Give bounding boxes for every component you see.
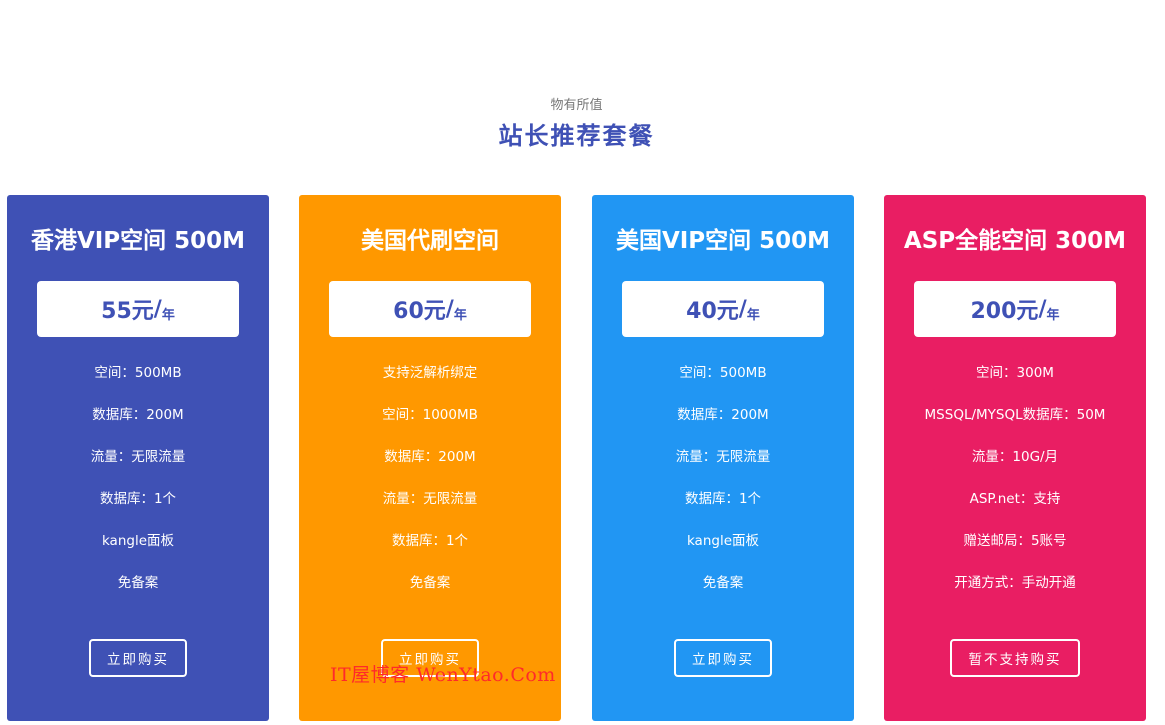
price-unit: 年 [453, 307, 467, 323]
feature-item: ASP.net：支持 [969, 491, 1061, 507]
feature-item: MSSQL/MYSQL数据库：50M [924, 407, 1106, 423]
feature-item: 空间：1000MB [382, 407, 478, 423]
feature-item: 流量：10G/月 [971, 449, 1059, 465]
plan-title: ASP全能空间 300M [903, 228, 1127, 254]
buy-button[interactable]: 立即购买 [674, 639, 772, 677]
plan-title: 美国VIP空间 500M [615, 228, 831, 254]
feature-item: 数据库：1个 [99, 491, 177, 507]
plan-title: 香港VIP空间 500M [30, 228, 246, 254]
price-slash: / [153, 296, 162, 322]
price-slash: / [738, 296, 747, 322]
feature-item: 数据库：1个 [684, 491, 762, 507]
feature-item: 赠送邮局：5账号 [963, 533, 1067, 549]
feature-item: 数据库：200M [384, 449, 476, 465]
plan-title: 美国代刷空间 [361, 228, 499, 254]
price-slash: / [445, 296, 454, 322]
pricing-card-asp: ASP全能空间 300M 200元 / 年 空间：300M MSSQL/MYSQL数… [884, 195, 1146, 721]
price-amount: 60元 [393, 299, 446, 324]
feature-item: 流量：无限流量 [90, 449, 186, 465]
feature-list: 空间：500MB 数据库：200M 流量：无限流量 数据库：1个 kangle面… [592, 363, 854, 615]
price-amount: 55元 [101, 299, 154, 324]
feature-item: 流量：无限流量 [382, 491, 478, 507]
feature-item: 空间：300M [976, 365, 1054, 381]
feature-item: 免备案 [702, 575, 744, 591]
feature-item: 数据库：200M [92, 407, 184, 423]
feature-item: kangle面板 [101, 533, 175, 549]
price-unit: 年 [746, 307, 760, 323]
feature-list: 空间：300M MSSQL/MYSQL数据库：50M 流量：10G/月 ASP.… [884, 363, 1146, 615]
feature-item: 支持泛解析绑定 [382, 365, 478, 381]
price-box: 40元 / 年 [622, 281, 824, 337]
price-box: 200元 / 年 [914, 281, 1116, 337]
price-unit: 年 [161, 307, 175, 323]
pricing-card-us-vip: 美国VIP空间 500M 40元 / 年 空间：500MB 数据库：200M 流量：… [592, 195, 854, 721]
feature-item: 免备案 [117, 575, 159, 591]
feature-item: 数据库：1个 [391, 533, 469, 549]
feature-item: 流量：无限流量 [675, 449, 771, 465]
price-box: 60元 / 年 [329, 281, 531, 337]
feature-item: 开通方式：手动开通 [954, 575, 1076, 591]
site-watermark: IT屋博客 WenYtao.Com [330, 664, 556, 686]
feature-item: 数据库：200M [677, 407, 769, 423]
buy-button[interactable]: 立即购买 [89, 639, 187, 677]
feature-list: 空间：500MB 数据库：200M 流量：无限流量 数据库：1个 kangle面… [7, 363, 269, 615]
feature-item: 免备案 [409, 575, 451, 591]
feature-list: 支持泛解析绑定 空间：1000MB 数据库：200M 流量：无限流量 数据库：1… [299, 363, 561, 615]
price-unit: 年 [1046, 307, 1060, 323]
price-box: 55元 / 年 [37, 281, 239, 337]
feature-item: kangle面板 [686, 533, 760, 549]
feature-item: 空间：500MB [94, 365, 182, 381]
price-amount: 200元 [970, 299, 1039, 324]
price-slash: / [1038, 296, 1047, 322]
pricing-card-hk-vip: 香港VIP空间 500M 55元 / 年 空间：500MB 数据库：200M 流量：… [7, 195, 269, 721]
price-amount: 40元 [686, 299, 739, 324]
pricing-card-us-proxy: 美国代刷空间 60元 / 年 支持泛解析绑定 空间：1000MB 数据库：200M … [299, 195, 561, 721]
section-title: 站长推荐套餐 [498, 122, 655, 150]
unavailable-button[interactable]: 暂不支持购买 [950, 639, 1080, 677]
feature-item: 空间：500MB [679, 365, 767, 381]
section-subtitle: 物有所值 [550, 98, 603, 113]
